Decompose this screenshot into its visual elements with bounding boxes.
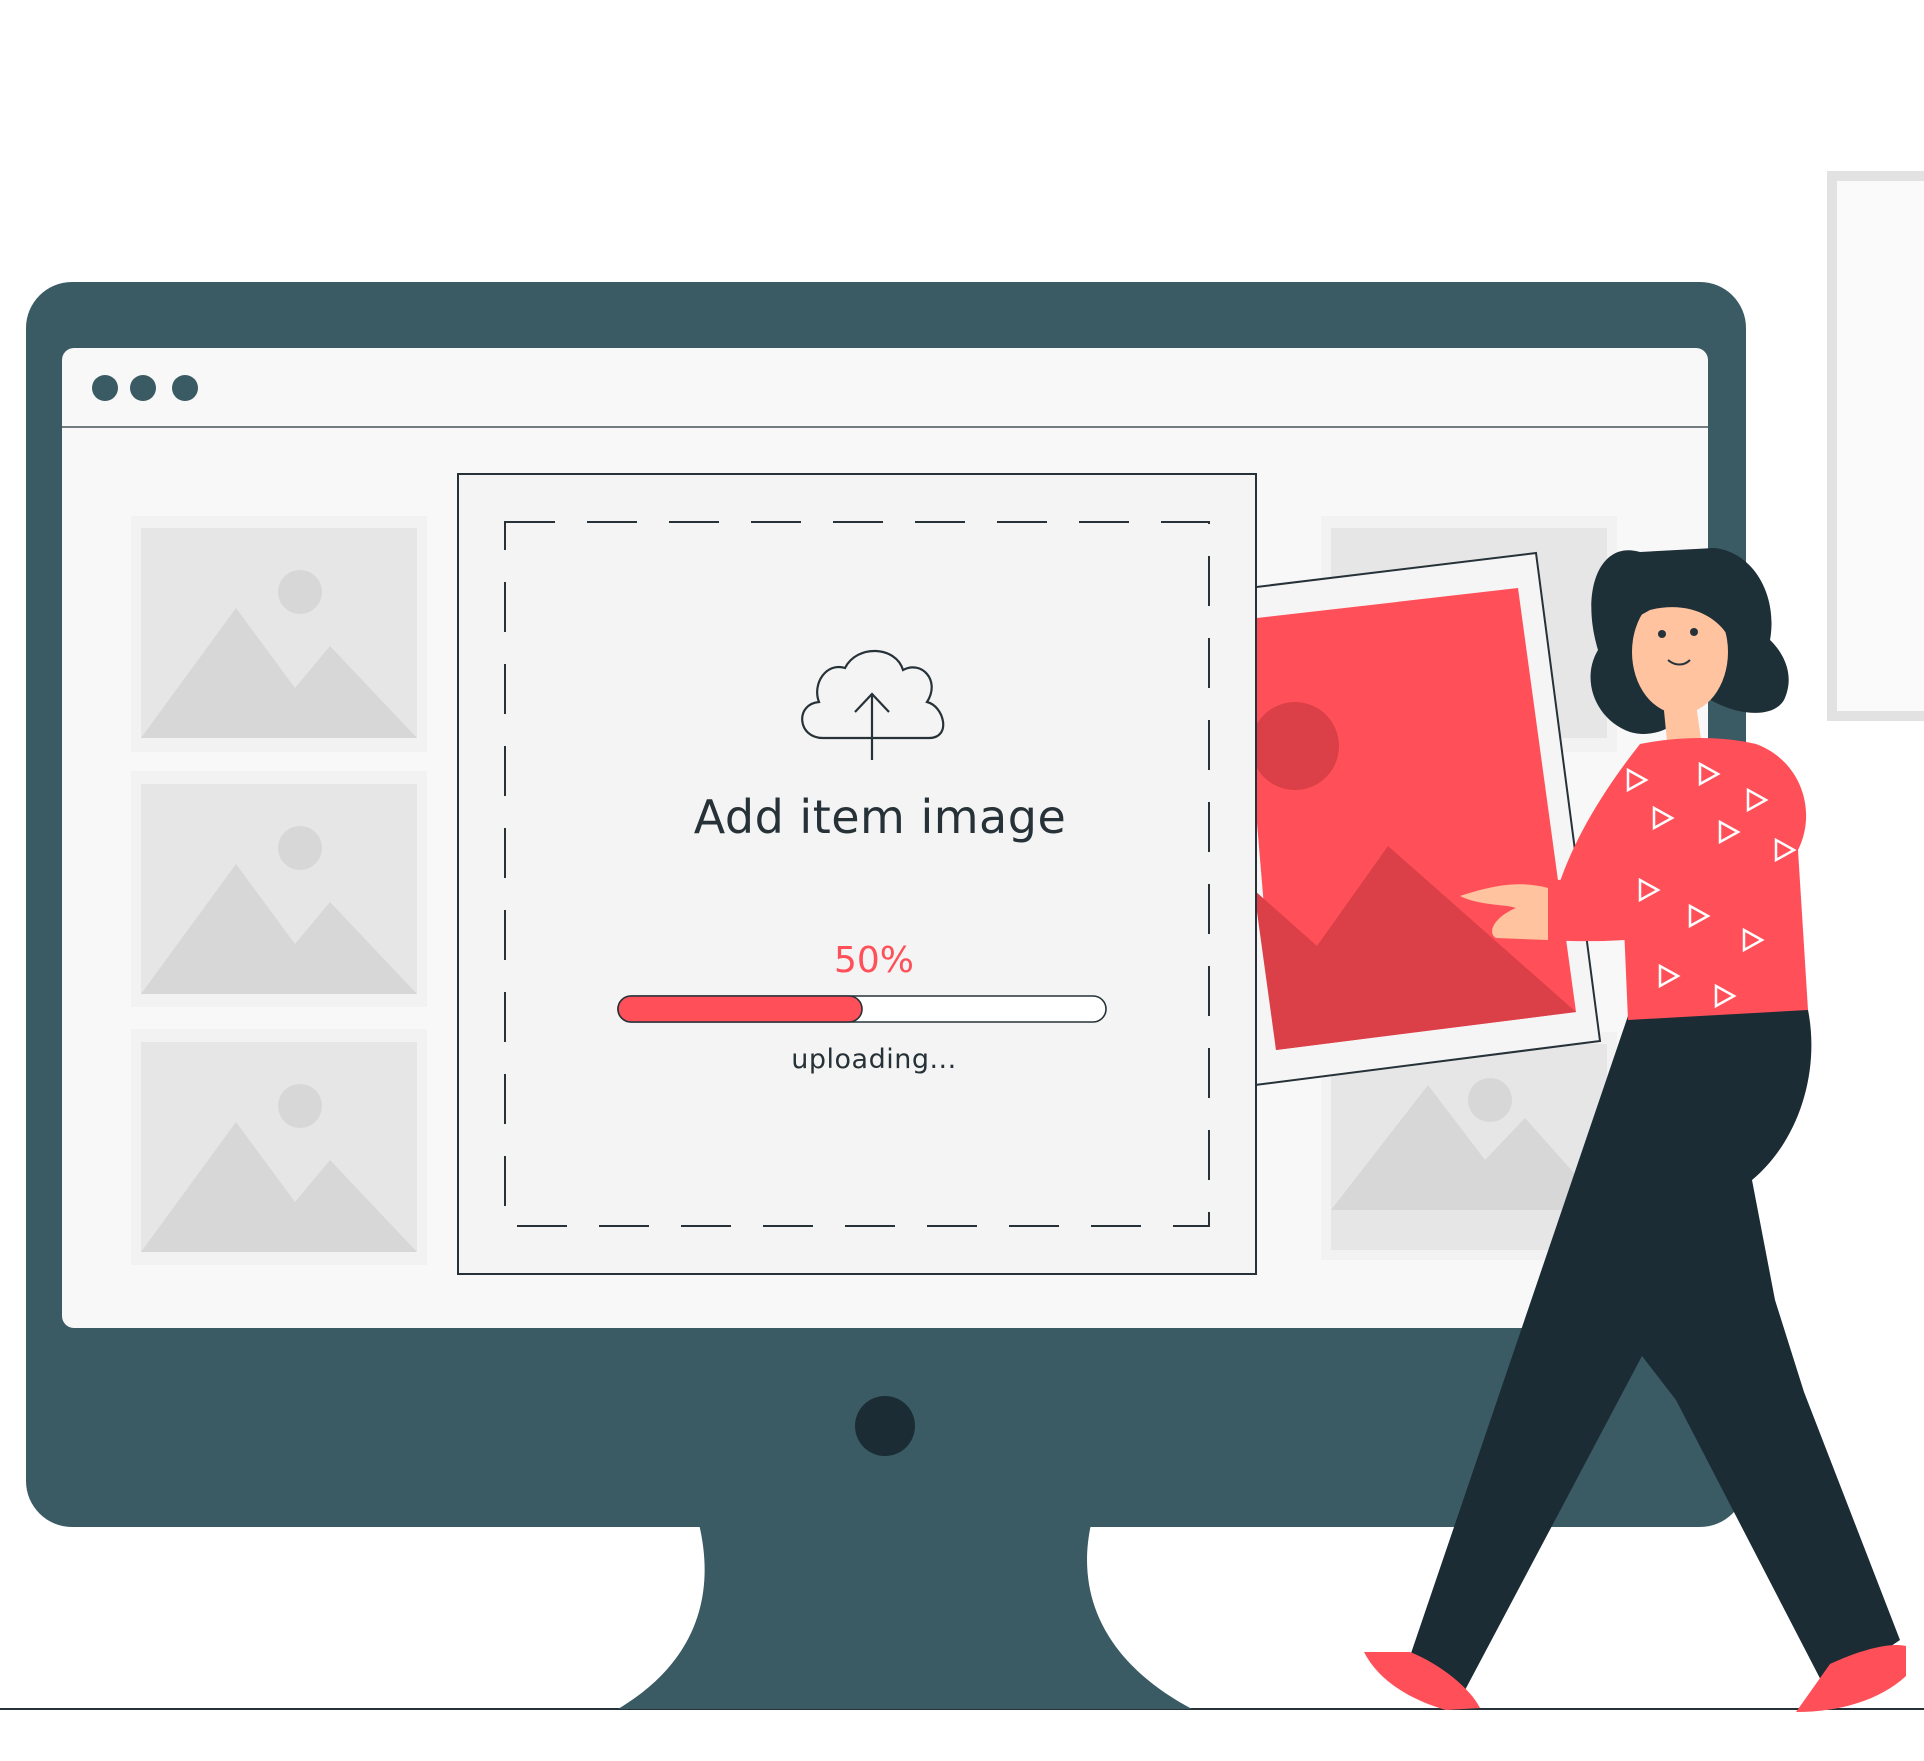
upload-progress-bar: [617, 995, 1107, 1023]
progress-percent: 50%: [833, 940, 915, 981]
illustration: Add item image 50% uploading...: [0, 0, 1924, 1761]
window-dots-icon: [92, 375, 198, 401]
monitor-stand: [618, 1520, 1192, 1709]
image-placeholder-icon: [131, 771, 427, 1007]
wall-frame: [1827, 171, 1924, 721]
image-placeholder-icon: [131, 1029, 427, 1265]
dialog-title: Add item image: [693, 790, 1067, 844]
held-photo: [1213, 551, 1602, 1087]
upload-status: uploading...: [791, 1044, 957, 1075]
upload-dialog: [457, 473, 1257, 1275]
illustration-art: [0, 171, 1924, 1712]
monitor-camera: [855, 1396, 915, 1456]
image-placeholder-icon: [131, 516, 427, 752]
